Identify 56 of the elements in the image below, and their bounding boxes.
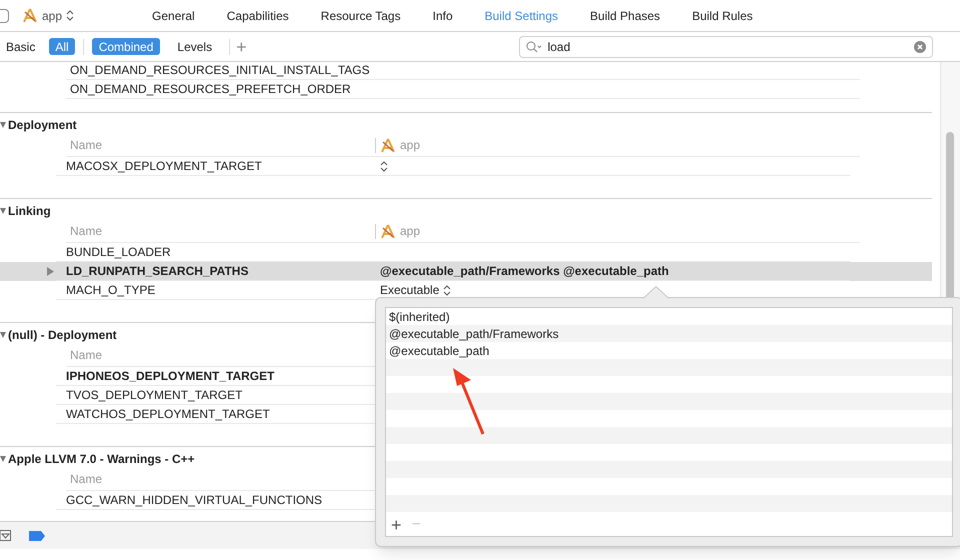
setting-name: IPHONEOS_DEPLOYMENT_TARGET	[66, 368, 274, 385]
section-title[interactable]: Apple LLVM 7.0 - Warnings - C++	[8, 450, 195, 468]
updown-icon	[380, 160, 388, 172]
updown-icon	[443, 284, 452, 296]
tab[interactable]: General	[152, 6, 195, 24]
setting-name: WATCHOS_DEPLOYMENT_TARGET	[66, 406, 270, 423]
setting-value: Executable	[380, 282, 440, 299]
column-header: app	[380, 136, 420, 154]
list-item[interactable]: @executable_path	[386, 342, 952, 359]
disclosure-triangle-icon[interactable]	[46, 267, 54, 276]
add-item-button[interactable]: +	[391, 516, 402, 534]
list-item[interactable]: @executable_path/Frameworks	[386, 325, 952, 342]
setting-name: BUNDLE_LOADER	[66, 244, 171, 261]
app-icon	[380, 224, 396, 238]
setting-name: GCC_WARN_HIDDEN_VIRTUAL_FUNCTIONS	[66, 492, 322, 509]
clear-icon[interactable]	[914, 40, 926, 52]
disclosure-triangle-icon[interactable]	[0, 332, 6, 338]
tab[interactable]: Info	[432, 6, 453, 24]
filter-icon[interactable]	[0, 530, 11, 541]
tab[interactable]: Resource Tags	[320, 6, 401, 24]
setting-name: LD_RUNPATH_SEARCH_PATHS	[66, 263, 248, 280]
add-button[interactable]: +	[236, 38, 247, 56]
section-title[interactable]: Linking	[8, 202, 51, 220]
search-field[interactable]: load	[518, 36, 933, 58]
setting-value: @executable_path/Frameworks @executable_path	[380, 263, 669, 280]
list-item[interactable]: $(inherited)	[386, 308, 952, 325]
setting-name: ON_DEMAND_RESOURCES_INITIAL_INSTALL_TAGS	[70, 62, 370, 79]
search-icon	[526, 40, 542, 52]
setting-row[interactable]: MACOSX_DEPLOYMENT_TARGET	[0, 157, 932, 176]
target-selector[interactable]: app	[22, 6, 74, 24]
filter-button[interactable]: Basic	[0, 38, 42, 55]
column-header: app	[380, 222, 420, 240]
sidebar-toggle-icon[interactable]	[0, 8, 9, 22]
chevron-updown-icon	[66, 10, 74, 21]
tab[interactable]: Build Phases	[590, 6, 660, 24]
column-header: Name	[70, 223, 102, 240]
setting-row[interactable]: LD_RUNPATH_SEARCH_PATHS @executable_path/Frameworks @executable_path	[0, 262, 932, 281]
section-title[interactable]: Deployment	[8, 116, 77, 134]
view-button[interactable]: Levels	[170, 38, 220, 55]
disclosure-triangle-icon[interactable]	[0, 122, 6, 128]
app-icon	[22, 8, 38, 23]
column-header: Name	[70, 137, 102, 154]
tab[interactable]: Build Rules	[692, 6, 753, 24]
search-input: load	[548, 38, 908, 56]
disclosure-triangle-icon[interactable]	[0, 456, 6, 462]
column-header: Name	[70, 347, 102, 364]
setting-name: MACH_O_TYPE	[66, 282, 156, 299]
tag-icon[interactable]	[29, 530, 45, 540]
disclosure-triangle-icon[interactable]	[0, 208, 6, 214]
column-header: Name	[70, 471, 102, 488]
setting-name: MACOSX_DEPLOYMENT_TARGET	[66, 158, 262, 175]
setting-name: ON_DEMAND_RESOURCES_PREFETCH_ORDER	[70, 81, 351, 98]
setting-name: TVOS_DEPLOYMENT_TARGET	[66, 387, 242, 404]
section-title[interactable]: (null) - Deployment	[8, 326, 117, 344]
tab[interactable]: Capabilities	[226, 6, 289, 24]
app-icon	[380, 138, 396, 152]
